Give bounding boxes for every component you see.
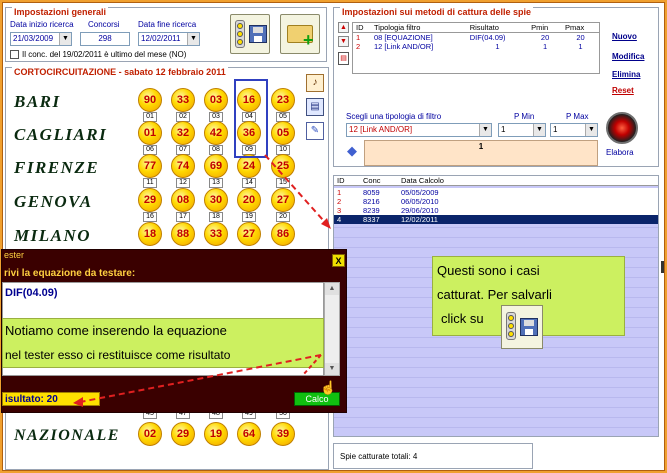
arrow-to-result: [74, 354, 322, 404]
arrow-head: [73, 397, 83, 407]
app-window: Impostazioni generali Data inizio ricerc…: [1, 2, 665, 471]
annotation-arrows: [73, 154, 332, 407]
arrow-to-results: [264, 154, 332, 230]
arrow-head: [321, 218, 331, 229]
